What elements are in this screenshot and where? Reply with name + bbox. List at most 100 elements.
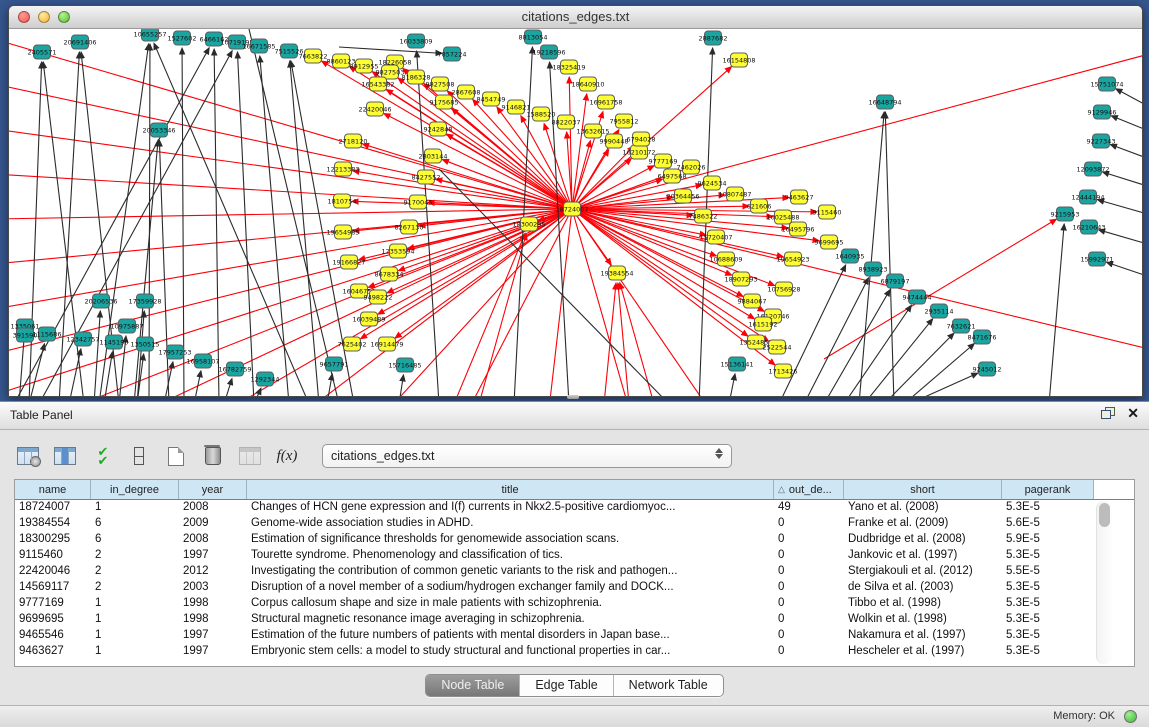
table-settings-icon[interactable] (16, 444, 40, 468)
table-row[interactable]: 1938455462009Genome-wide association stu… (15, 516, 1134, 532)
table-cell[interactable]: 5.3E-5 (1002, 580, 1094, 596)
graph-edge[interactable] (479, 234, 526, 396)
tab-node-table[interactable]: Node Table (426, 675, 520, 696)
graph-edge[interactable] (224, 379, 232, 396)
graph-edge[interactable] (9, 209, 572, 354)
graph-edge[interactable] (824, 219, 1056, 359)
graph-edge[interactable] (94, 311, 100, 396)
table-cell[interactable]: 5.3E-5 (1002, 644, 1094, 660)
graph-edge[interactable] (549, 209, 572, 396)
table-cell[interactable]: Yano et al. (2008) (844, 500, 1002, 516)
table-cell[interactable]: Jankovic et al. (1997) (844, 548, 1002, 564)
new-table-icon[interactable] (164, 444, 188, 468)
column-header-title[interactable]: title (247, 480, 774, 499)
graph-edge[interactable] (1049, 224, 1064, 396)
graph-edge[interactable] (363, 144, 572, 209)
close-panel-icon[interactable]: ✕ (1127, 407, 1139, 419)
graph-edge[interactable] (1098, 200, 1142, 213)
table-cell[interactable]: 9465546 (15, 628, 91, 644)
network-window-titlebar[interactable]: citations_edges.txt (9, 6, 1142, 29)
graph-edge[interactable] (824, 290, 890, 396)
graph-edge[interactable] (1103, 172, 1142, 185)
graph-edge[interactable] (339, 47, 442, 53)
table-cell[interactable]: 9463627 (15, 644, 91, 660)
table-row[interactable]: 946362711997Embryonic stem cells: a mode… (15, 644, 1134, 660)
table-cell[interactable]: 0 (774, 628, 844, 644)
table-cell[interactable]: 2003 (179, 580, 247, 596)
graph-edge[interactable] (909, 373, 978, 396)
table-cell[interactable]: Changes of HCN gene expression and I(f) … (247, 500, 774, 516)
graph-edge[interactable] (1110, 144, 1142, 157)
graph-edge[interactable] (1111, 116, 1142, 129)
table-cell[interactable]: Embryonic stem cells: a model to study s… (247, 644, 774, 660)
import-table-icon[interactable] (238, 444, 262, 468)
graph-edge[interactable] (399, 375, 403, 396)
table-cell[interactable]: Investigating the contribution of common… (247, 564, 774, 580)
table-row[interactable]: 969969511998Structural magnetic resonanc… (15, 612, 1134, 628)
graph-edge[interactable] (182, 48, 184, 396)
graph-edge[interactable] (237, 52, 254, 396)
table-cell[interactable]: 5.3E-5 (1002, 500, 1094, 516)
table-row[interactable]: 977716911998Corpus callosum shape and si… (15, 596, 1134, 612)
tab-network-table[interactable]: Network Table (614, 675, 723, 696)
table-cell[interactable]: 2008 (179, 532, 247, 548)
graph-edge[interactable] (194, 371, 201, 396)
table-cell[interactable]: 14569117 (15, 580, 91, 596)
table-cell[interactable]: Tourette syndrome. Phenomenology and cla… (247, 548, 774, 564)
table-cell[interactable]: 6 (91, 532, 179, 548)
table-cell[interactable]: de Silva et al. (2003) (844, 580, 1002, 596)
table-cell[interactable]: 9699695 (15, 612, 91, 628)
table-cell[interactable]: 1997 (179, 548, 247, 564)
graph-edge[interactable] (729, 374, 735, 396)
table-cell[interactable]: 9115460 (15, 548, 91, 564)
table-header-row[interactable]: namein_degreeyeartitle△out_de...shortpag… (15, 480, 1134, 500)
graph-edge[interactable] (620, 283, 654, 396)
graph-edge[interactable] (804, 278, 868, 396)
table-cell[interactable]: 0 (774, 532, 844, 548)
tab-edge-table[interactable]: Edge Table (520, 675, 613, 696)
graph-edge[interactable] (572, 209, 1142, 349)
table-cell[interactable]: Stergiakouli et al. (2012) (844, 564, 1002, 580)
table-cell[interactable]: 1997 (179, 628, 247, 644)
table-scrollbar-thumb[interactable] (1099, 503, 1110, 527)
table-cell[interactable]: 5.9E-5 (1002, 532, 1094, 548)
table-cell[interactable]: 2 (91, 580, 179, 596)
select-column-icon[interactable] (53, 444, 77, 468)
table-cell[interactable]: Structural magnetic resonance image aver… (247, 612, 774, 628)
table-cell[interactable]: 5.3E-5 (1002, 596, 1094, 612)
table-cell[interactable]: 2 (91, 564, 179, 580)
delete-table-icon[interactable] (201, 444, 225, 468)
table-cell[interactable]: 0 (774, 596, 844, 612)
graph-edge[interactable] (618, 283, 629, 396)
table-cell[interactable]: 1998 (179, 596, 247, 612)
table-cell[interactable]: Wolkin et al. (1998) (844, 612, 1002, 628)
column-header-pagerank[interactable]: pagerank (1002, 480, 1094, 499)
graph-edge[interactable] (572, 94, 587, 209)
table-cell[interactable]: 1998 (179, 612, 247, 628)
graph-edge[interactable] (864, 319, 933, 396)
table-cell[interactable]: 1 (91, 644, 179, 660)
graph-edge[interactable] (1116, 89, 1142, 104)
table-cell[interactable]: Corpus callosum shape and size in male p… (247, 596, 774, 612)
table-row[interactable]: 1872400712008Changes of HCN gene express… (15, 500, 1134, 516)
column-header-year[interactable]: year (179, 480, 247, 499)
table-cell[interactable]: Estimation of the future numbers of pati… (247, 628, 774, 644)
graph-edge[interactable] (572, 209, 629, 396)
table-row[interactable]: 2242004622012Investigating the contribut… (15, 564, 1134, 580)
table-cell[interactable]: 2009 (179, 516, 247, 532)
graph-edge[interactable] (1099, 230, 1142, 243)
table-cell[interactable]: 1997 (179, 644, 247, 660)
graph-edge[interactable] (154, 43, 309, 396)
column-header-outde[interactable]: △out_de... (774, 480, 844, 499)
node-table[interactable]: namein_degreeyeartitle△out_de...shortpag… (14, 479, 1135, 667)
select-rows-icon[interactable]: ✔✔ (90, 444, 114, 468)
table-cell[interactable]: 5.6E-5 (1002, 516, 1094, 532)
table-body[interactable]: 1872400712008Changes of HCN gene express… (15, 500, 1134, 660)
table-cell[interactable]: Dudbridge et al. (2008) (844, 532, 1002, 548)
table-cell[interactable]: 5.5E-5 (1002, 564, 1094, 580)
table-cell[interactable]: 1 (91, 612, 179, 628)
table-cell[interactable]: 1 (91, 596, 179, 612)
float-panel-icon[interactable] (1101, 407, 1115, 419)
network-graph[interactable]: 1872400718300295193845541621017297771696… (9, 29, 1142, 396)
table-cell[interactable]: 2 (91, 548, 179, 564)
